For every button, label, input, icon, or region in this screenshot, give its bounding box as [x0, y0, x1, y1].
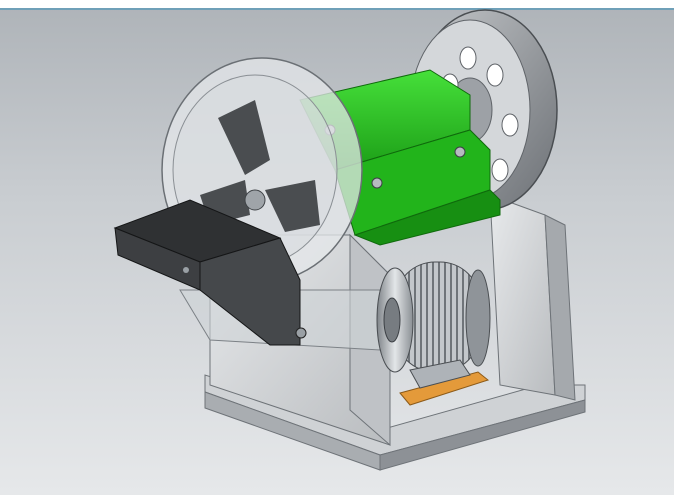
electric-motor[interactable]	[376, 261, 491, 373]
motor-mount	[399, 359, 490, 406]
cad-viewport[interactable]	[0, 0, 674, 495]
jaw-crusher-3d-model[interactable]	[0, 0, 674, 495]
